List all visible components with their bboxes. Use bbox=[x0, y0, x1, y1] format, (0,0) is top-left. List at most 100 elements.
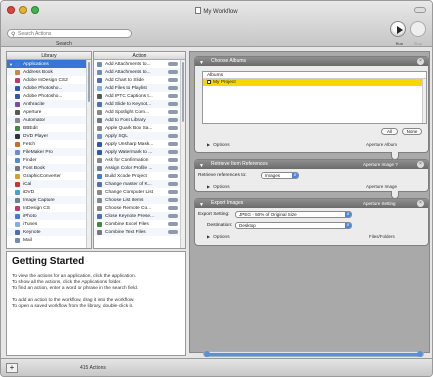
action-item[interactable]: Assign Color Profile ... bbox=[94, 164, 185, 172]
all-button[interactable]: All bbox=[381, 128, 398, 135]
library-item[interactable]: iTunes bbox=[7, 220, 91, 228]
library-item[interactable]: ▼ Applications bbox=[7, 60, 91, 68]
action-item[interactable]: Change master of K... bbox=[94, 180, 185, 188]
add-button[interactable]: + bbox=[6, 363, 18, 373]
export-setting-popup[interactable]: JPEG - 50% of Original Size ⇵ bbox=[235, 211, 352, 218]
none-button[interactable]: None bbox=[402, 128, 422, 135]
library-item[interactable]: Adobe Photosho... bbox=[7, 84, 91, 92]
card-header[interactable]: ▼ Export Images Aperture Setting × bbox=[195, 199, 428, 208]
action-indicator-icon bbox=[168, 94, 178, 98]
run-button[interactable] bbox=[390, 21, 406, 37]
action-card-choose-albums[interactable]: ▼ Choose Albums × Albums My Project All No… bbox=[194, 56, 429, 153]
app-icon bbox=[15, 157, 20, 163]
card-header[interactable]: ▼ Retrieve Item References Aperture Image … bbox=[195, 160, 428, 169]
library-item[interactable]: FileMaker Pro bbox=[7, 148, 91, 156]
output-type-label: Aperture Image bbox=[366, 184, 398, 189]
action-item[interactable]: Build Xcode Project bbox=[94, 172, 185, 180]
albums-scrollbar[interactable] bbox=[422, 79, 426, 123]
library-item[interactable]: Automator bbox=[7, 116, 91, 124]
action-item[interactable]: Apply Unsharp Mask... bbox=[94, 140, 185, 148]
action-indicator-icon bbox=[168, 70, 178, 74]
disclosure-triangle-icon[interactable]: ▼ bbox=[9, 62, 13, 67]
library-header[interactable]: Library bbox=[7, 52, 91, 60]
action-item[interactable]: Choose List Items bbox=[94, 196, 185, 204]
scroll-right-cap[interactable] bbox=[417, 351, 423, 357]
action-item-label: Add Files to Playlist bbox=[105, 85, 147, 91]
library-item[interactable]: BBEdit bbox=[7, 124, 91, 132]
library-scroll-thumb[interactable] bbox=[88, 62, 90, 102]
options-toggle[interactable]: Options bbox=[207, 234, 230, 240]
library-item[interactable]: Finder bbox=[7, 156, 91, 164]
retrieve-references-popup[interactable]: Images ⇵ bbox=[261, 172, 299, 179]
action-item-label: Add IPTC Captions t... bbox=[105, 93, 153, 99]
action-item[interactable]: Close Keynote Prese... bbox=[94, 212, 185, 220]
library-item[interactable]: iDVD bbox=[7, 188, 91, 196]
library-item[interactable]: DVD Player bbox=[7, 132, 91, 140]
action-item[interactable]: Add Files to Playlist bbox=[94, 84, 185, 92]
actions-scrollbar[interactable] bbox=[180, 60, 185, 248]
options-toggle[interactable]: Options bbox=[207, 184, 230, 190]
library-item[interactable]: Font Book bbox=[7, 164, 91, 172]
library-item[interactable]: iPhoto bbox=[7, 212, 91, 220]
action-indicator-icon bbox=[168, 86, 178, 90]
app-icon bbox=[15, 165, 20, 171]
actions-scroll-thumb[interactable] bbox=[182, 62, 184, 122]
action-item[interactable]: Add Chart to Slide bbox=[94, 76, 185, 84]
options-toggle[interactable]: Options bbox=[207, 142, 230, 148]
library-item-label: FileMaker Pro bbox=[23, 149, 53, 155]
card-header[interactable]: ▼ Choose Albums × bbox=[195, 57, 428, 66]
stop-button[interactable] bbox=[410, 21, 426, 37]
action-item-label: Build Xcode Project bbox=[105, 173, 147, 179]
album-checkbox[interactable] bbox=[207, 79, 211, 84]
library-item[interactable]: Image Capture bbox=[7, 196, 91, 204]
app-icon bbox=[97, 109, 102, 115]
library-item[interactable]: Keynote bbox=[7, 228, 91, 236]
window-title: My Workflow bbox=[1, 7, 432, 15]
action-item[interactable]: Combine Excel Files bbox=[94, 220, 185, 228]
library-item[interactable]: Aperture bbox=[7, 108, 91, 116]
app-icon bbox=[97, 61, 102, 67]
actions-header[interactable]: Action bbox=[94, 52, 185, 60]
output-type-label: Aperture Album bbox=[366, 142, 398, 147]
description-paragraph-2: To add an action to the workflow, drag i… bbox=[12, 298, 135, 309]
action-item-label: Add Attachments to... bbox=[105, 61, 151, 67]
toolbar-toggle-button[interactable] bbox=[414, 7, 426, 13]
library-item[interactable]: iCal bbox=[7, 180, 91, 188]
action-item[interactable]: Change Computer List bbox=[94, 188, 185, 196]
action-item[interactable]: Apple Quark Box Sa... bbox=[94, 124, 185, 132]
action-item[interactable]: Add Attachments to... bbox=[94, 60, 185, 68]
action-card-retrieve-item-references[interactable]: ▼ Retrieve Item References Aperture Image … bbox=[194, 159, 429, 192]
action-item[interactable]: Apply Watermark to ... bbox=[94, 148, 185, 156]
search-input[interactable]: ⚲ Search Actions bbox=[7, 29, 132, 38]
library-item[interactable]: InDesign CS bbox=[7, 204, 91, 212]
library-item[interactable]: Adobe Photosho... bbox=[7, 92, 91, 100]
library-item[interactable]: GraphicConverter bbox=[7, 172, 91, 180]
action-card-export-images[interactable]: ▼ Export Images Aperture Setting × Export S… bbox=[194, 198, 429, 246]
library-item[interactable]: Mail bbox=[7, 236, 91, 244]
action-item[interactable]: Ask for Confirmation bbox=[94, 156, 185, 164]
albums-list[interactable]: Albums My Project bbox=[202, 71, 427, 124]
action-item[interactable]: Add to Font Library bbox=[94, 116, 185, 124]
workflow-area[interactable]: ▼ Choose Albums × Albums My Project All No… bbox=[189, 51, 430, 353]
action-item[interactable]: Choose Remote Co... bbox=[94, 204, 185, 212]
action-item[interactable]: Add IPTC Captions t... bbox=[94, 92, 185, 100]
app-icon bbox=[97, 221, 102, 227]
library-item[interactable]: Fetch bbox=[7, 140, 91, 148]
title-bar: My Workflow ⚲ Search Actions Search Run S… bbox=[1, 1, 432, 47]
action-item[interactable]: Add Attachments to... bbox=[94, 68, 185, 76]
library-scrollbar[interactable] bbox=[86, 60, 91, 248]
action-item[interactable]: Combine Text Files bbox=[94, 228, 185, 236]
workflow-horizontal-scrollbar[interactable] bbox=[203, 351, 424, 357]
action-item[interactable]: Apply SQL bbox=[94, 132, 185, 140]
destination-popup[interactable]: Desktop ⇵ bbox=[235, 222, 352, 229]
action-item[interactable]: Add Spotlight Com... bbox=[94, 108, 185, 116]
close-action-icon[interactable]: × bbox=[417, 200, 424, 207]
close-action-icon[interactable]: × bbox=[417, 161, 424, 168]
close-action-icon[interactable]: × bbox=[417, 58, 424, 65]
action-item[interactable]: Add Slide to Keynot... bbox=[94, 100, 185, 108]
library-item[interactable]: Adobe InDesign CS2 bbox=[7, 76, 91, 84]
scroll-thumb[interactable] bbox=[208, 353, 419, 356]
library-item[interactable]: Anthracite bbox=[7, 100, 91, 108]
library-item[interactable]: Address Book bbox=[7, 68, 91, 76]
album-item[interactable]: My Project bbox=[203, 79, 426, 86]
